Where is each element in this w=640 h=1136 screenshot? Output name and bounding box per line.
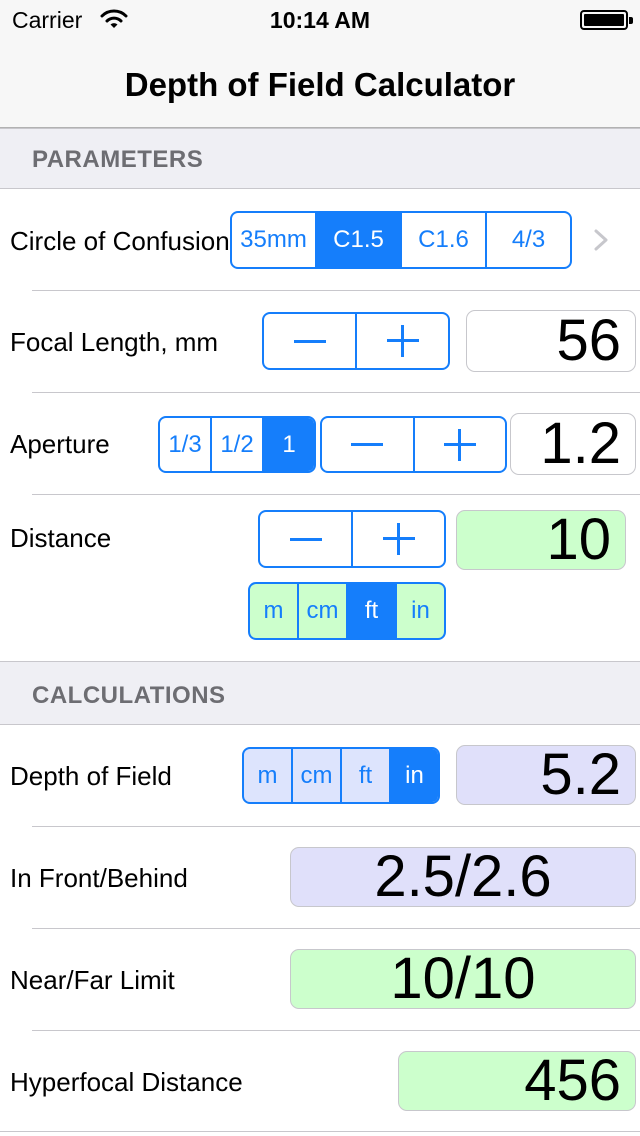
near-far-limit-value: 10/10 — [290, 949, 636, 1009]
distance-unit-control: m cm ft in — [248, 582, 446, 640]
minus-icon — [293, 339, 326, 343]
circle-of-confusion-control: 35mm C1.5 C1.6 4/3 — [230, 211, 572, 269]
distance-decrement-button[interactable] — [260, 512, 351, 566]
section-header-parameters: PARAMETERS — [0, 128, 640, 189]
page-title: Depth of Field Calculator — [124, 66, 516, 103]
aperture-step-full[interactable]: 1 — [262, 418, 314, 471]
coc-option-c15[interactable]: C1.5 — [315, 213, 400, 267]
section-header-label: PARAMETERS — [32, 146, 204, 173]
status-bar: Carrier 10:14 AM — [0, 0, 640, 40]
distance-unit-in[interactable]: in — [395, 584, 444, 638]
focal-length-stepper — [262, 312, 450, 370]
distance-value[interactable]: 10 — [456, 510, 626, 570]
navigation-bar: Depth of Field Calculator — [0, 40, 640, 128]
aperture-value[interactable]: 1.2 — [510, 413, 636, 475]
focal-length-value[interactable]: 56 — [466, 310, 636, 372]
focal-length-increment-button[interactable] — [355, 314, 448, 368]
minus-icon — [351, 443, 384, 446]
plus-icon — [443, 428, 476, 461]
depth-of-field-value: 5.2 — [456, 745, 636, 805]
battery-icon — [580, 10, 633, 30]
distance-increment-button[interactable] — [351, 512, 444, 566]
row-separator — [32, 928, 640, 929]
coc-option-35mm[interactable]: 35mm — [232, 213, 315, 267]
dof-unit-cm[interactable]: cm — [291, 749, 340, 802]
row-separator — [32, 826, 640, 827]
circle-of-confusion-label: Circle of Confusion — [10, 226, 230, 256]
dof-unit-m[interactable]: m — [244, 749, 291, 802]
hyperfocal-distance-value: 456 — [398, 1051, 636, 1111]
near-far-limit-label: Near/Far Limit — [10, 965, 175, 995]
chevron-right-icon[interactable] — [590, 228, 612, 252]
clock: 10:14 AM — [269, 7, 371, 33]
plus-icon — [382, 523, 415, 555]
aperture-stepper — [320, 416, 507, 473]
aperture-step-control: 1/3 1/2 1 — [158, 416, 316, 473]
coc-option-c16[interactable]: C1.6 — [400, 213, 485, 267]
distance-label: Distance — [10, 523, 112, 553]
dof-unit-in[interactable]: in — [389, 749, 438, 802]
aperture-decrement-button[interactable] — [322, 418, 413, 471]
focal-length-label: Focal Length, mm — [10, 327, 219, 357]
aperture-label: Aperture — [10, 429, 110, 459]
minus-icon — [289, 537, 322, 541]
plus-icon — [386, 325, 419, 357]
hyperfocal-distance-label: Hyperfocal Distance — [10, 1067, 243, 1097]
aperture-step-third[interactable]: 1/3 — [160, 418, 210, 471]
coc-option-43[interactable]: 4/3 — [485, 213, 570, 267]
section-header-calculations: CALCULATIONS — [0, 661, 640, 725]
focal-length-decrement-button[interactable] — [264, 314, 355, 368]
in-front-behind-value: 2.5/2.6 — [290, 847, 636, 907]
in-front-behind-label: In Front/Behind — [10, 863, 188, 893]
depth-of-field-unit-control: m cm ft in — [242, 747, 440, 804]
row-separator — [0, 1131, 640, 1132]
distance-unit-m[interactable]: m — [250, 584, 297, 638]
aperture-increment-button[interactable] — [412, 418, 506, 471]
aperture-step-half[interactable]: 1/2 — [210, 418, 262, 471]
row-separator — [32, 392, 640, 393]
row-separator — [32, 494, 640, 495]
dof-unit-ft[interactable]: ft — [340, 749, 389, 802]
row-separator — [32, 1030, 640, 1031]
row-separator — [32, 290, 640, 291]
depth-of-field-label: Depth of Field — [10, 761, 172, 791]
section-header-label: CALCULATIONS — [32, 682, 226, 709]
distance-unit-ft[interactable]: ft — [346, 584, 395, 638]
distance-unit-cm[interactable]: cm — [297, 584, 346, 638]
distance-stepper — [258, 510, 446, 568]
